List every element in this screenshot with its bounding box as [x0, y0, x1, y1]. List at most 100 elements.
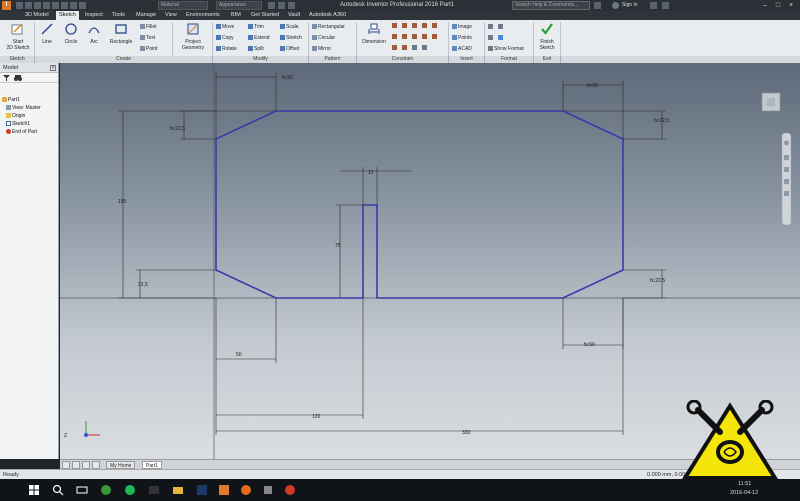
offset-button[interactable]: Offset: [280, 46, 299, 52]
stretch-button[interactable]: Stretch: [280, 35, 302, 41]
tree-node-part1[interactable]: Part1: [2, 97, 20, 103]
tab-part1[interactable]: Part1: [142, 461, 162, 469]
constraint-coincident[interactable]: [392, 23, 398, 29]
maximize-button[interactable]: □: [773, 1, 783, 10]
search-icon[interactable]: [52, 484, 64, 496]
help-icon[interactable]: [662, 2, 669, 9]
dim-total-width[interactable]: 330: [462, 430, 471, 436]
dim-to-slot[interactable]: 120: [312, 414, 321, 420]
dim-top-chamfer-right[interactable]: fx:50: [587, 83, 598, 89]
group-constrain-label[interactable]: Constrain: [357, 56, 449, 63]
pan-icon[interactable]: [784, 155, 789, 160]
group-create-label[interactable]: Create: [35, 56, 213, 63]
dim-chamfer-vertical-br[interactable]: fx:22,5: [650, 278, 665, 284]
tab-autodesk-a360[interactable]: Autodesk A360: [306, 11, 349, 20]
zoom-icon[interactable]: [784, 167, 789, 172]
tab-get-started[interactable]: Get Started: [248, 11, 282, 20]
minimize-button[interactable]: –: [760, 1, 770, 10]
dim-chamfer-vertical-tr[interactable]: fx:22,5: [654, 118, 669, 124]
app-menu-button[interactable]: I: [2, 1, 11, 10]
arc-button[interactable]: Arc: [84, 22, 104, 45]
rectangular-pattern-button[interactable]: Rectangular: [312, 24, 345, 30]
sign-in-link[interactable]: Sign In: [622, 1, 638, 10]
arrange-icon[interactable]: [92, 461, 100, 469]
select-icon[interactable]: [79, 2, 86, 9]
constraint-fix[interactable]: [422, 23, 428, 29]
dim-slot-height[interactable]: 75: [335, 243, 341, 249]
finish-sketch-button[interactable]: Finish Sketch: [536, 22, 558, 51]
constraint-parallel[interactable]: [432, 23, 438, 29]
tab-bim[interactable]: BIM: [228, 11, 244, 20]
constraint-settings[interactable]: [422, 45, 428, 51]
constraint-horizontal[interactable]: [402, 34, 408, 40]
constraint-vertical[interactable]: [412, 34, 418, 40]
dim-slot-width[interactable]: 12: [368, 170, 374, 176]
tree-node-origin[interactable]: Origin: [6, 113, 25, 119]
point-button[interactable]: Point: [140, 46, 157, 52]
orbit-icon[interactable]: [784, 179, 789, 184]
constraint-smooth[interactable]: [432, 34, 438, 40]
task-view-icon[interactable]: [76, 484, 88, 496]
media-icon[interactable]: [284, 484, 296, 496]
browser-close-button[interactable]: ×: [50, 65, 56, 71]
view-cube[interactable]: [761, 92, 781, 112]
split-button[interactable]: Split: [248, 46, 264, 52]
rotate-button[interactable]: Rotate: [216, 46, 237, 52]
tab-vault[interactable]: Vault: [285, 11, 303, 20]
binoculars-icon[interactable]: [14, 75, 22, 81]
driven-dimension-button[interactable]: [498, 35, 504, 41]
tab-tools[interactable]: Tools: [109, 11, 128, 20]
constraint-equal[interactable]: [402, 45, 408, 51]
dim-overall-height[interactable]: 150: [118, 199, 127, 205]
properties-icon[interactable]: [70, 2, 77, 9]
start-icon[interactable]: [28, 484, 40, 496]
show-format-button[interactable]: Show Format: [488, 46, 524, 52]
line-button[interactable]: Line: [37, 22, 57, 45]
tab-manage[interactable]: Manage: [133, 11, 159, 20]
firefox-icon[interactable]: [240, 484, 252, 496]
group-format-label[interactable]: Format: [485, 56, 534, 63]
start-2d-sketch-button[interactable]: Start 2D Sketch: [4, 22, 32, 51]
tab-my-home[interactable]: My Home: [106, 461, 136, 469]
tab-sketch[interactable]: Sketch: [56, 11, 79, 20]
dim-bottom-left[interactable]: 50: [236, 352, 242, 358]
tile-horizontal-icon[interactable]: [62, 461, 70, 469]
image-button[interactable]: Image: [452, 24, 472, 30]
dim-chamfer-vertical-tl[interactable]: fx:22,5: [170, 126, 185, 132]
save-icon[interactable]: [34, 2, 41, 9]
scale-button[interactable]: Scale: [280, 24, 299, 30]
move-button[interactable]: Move: [216, 24, 234, 30]
rectangle-button[interactable]: Rectangle: [106, 22, 136, 45]
center-point-button[interactable]: [488, 35, 494, 41]
tile-vertical-icon[interactable]: [72, 461, 80, 469]
tab-environments[interactable]: Environments: [183, 11, 223, 20]
navigation-bar[interactable]: [781, 132, 792, 226]
material-dropdown[interactable]: Material: [158, 1, 208, 10]
new-icon[interactable]: [16, 2, 23, 9]
redo-icon[interactable]: [52, 2, 59, 9]
full-navigation-wheel-icon[interactable]: [784, 140, 789, 146]
undo-icon[interactable]: [43, 2, 50, 9]
cascade-icon[interactable]: [82, 461, 90, 469]
circle-button[interactable]: Circle: [60, 22, 82, 45]
tree-node-sketch1[interactable]: Sketch1: [6, 121, 30, 127]
tab-inspect[interactable]: Inspect: [82, 11, 106, 20]
exchange-icon[interactable]: [650, 2, 657, 9]
dim-chamfer-vertical-bl[interactable]: 22,5: [138, 282, 148, 288]
fillet-button[interactable]: Fillet: [140, 24, 157, 30]
dim-top-chamfer-left[interactable]: fx:50: [282, 75, 293, 81]
dim-bottom-right[interactable]: fx:50: [584, 342, 595, 348]
clear-icon[interactable]: [278, 2, 285, 9]
help-search-input[interactable]: Search Help & Commands...: [512, 1, 590, 10]
filter-icon[interactable]: [3, 75, 10, 81]
sketch-profile[interactable]: [215, 110, 624, 299]
construction-button[interactable]: [488, 24, 494, 30]
constraint-collinear[interactable]: [402, 23, 408, 29]
text-button[interactable]: Text: [140, 35, 155, 41]
open-icon[interactable]: [25, 2, 32, 9]
circular-pattern-button[interactable]: Circular: [312, 35, 335, 41]
dimension-button[interactable]: Dimension: [359, 22, 389, 45]
points-button[interactable]: Points: [452, 35, 472, 41]
constraint-concentric[interactable]: [412, 23, 418, 29]
home-icon[interactable]: [61, 2, 68, 9]
